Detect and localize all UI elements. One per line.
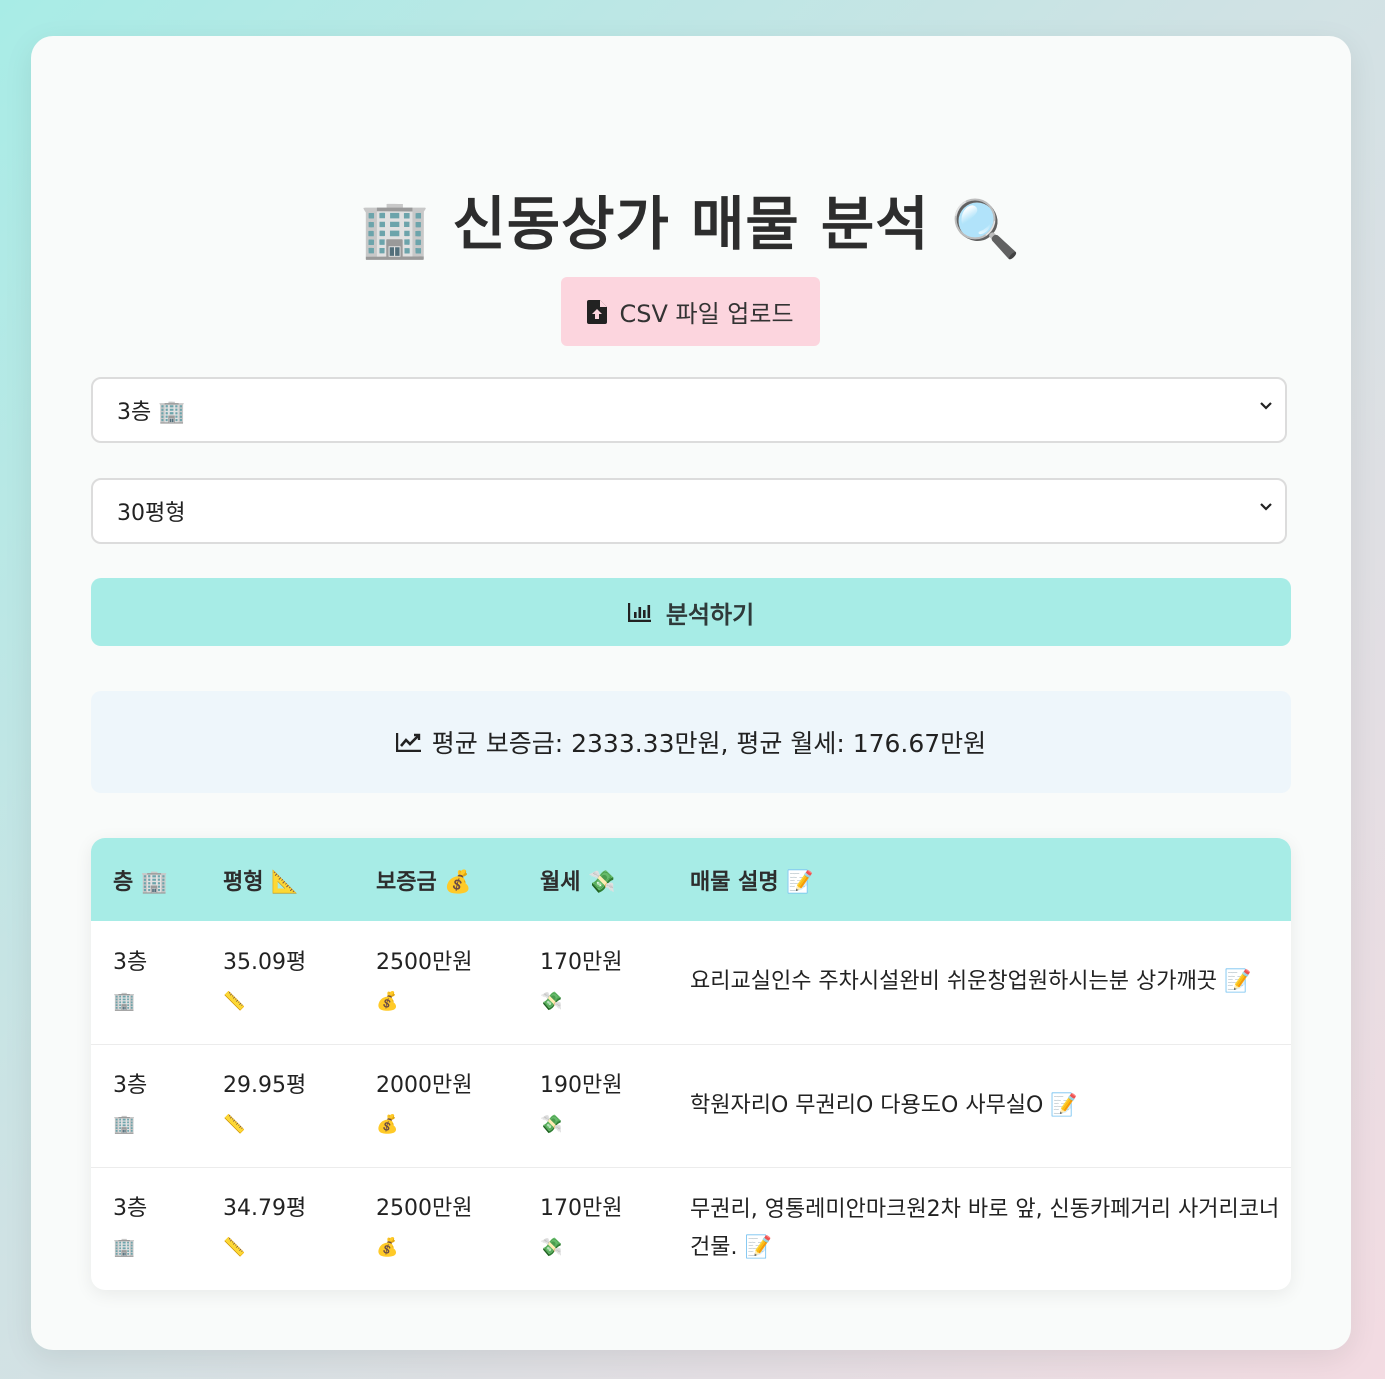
building-icon: 🏢 — [113, 1114, 136, 1135]
page-title-text: 신동상가 매물 분석 — [452, 190, 930, 258]
header-description: 매물 설명 📝 — [690, 869, 814, 895]
file-upload-icon — [587, 299, 608, 324]
csv-upload-label: CSV 파일 업로드 — [619, 300, 794, 328]
cell-size: 35.09평 📏 — [201, 921, 354, 1044]
listings-table: 층 🏢 평형 📐 보증금 💰 월세 💸 매물 설명 📝 3층 🏢 35.09평 … — [91, 838, 1291, 1290]
cell-rent: 190만원 💸 — [518, 1044, 668, 1167]
ruler-icon: 📏 — [223, 990, 246, 1012]
cell-floor: 3층 🏢 — [91, 1044, 201, 1167]
ruler-icon: 📏 — [223, 1237, 246, 1259]
chevron-down-icon — [1260, 503, 1272, 511]
header-rent: 월세 💸 — [540, 869, 616, 895]
page-title: 🏢 신동상가 매물 분석 🔍 — [31, 184, 1351, 270]
cell-deposit: 2500만원 💰 — [354, 1167, 518, 1290]
line-chart-icon — [395, 733, 421, 752]
cell-description: 학원자리O 무권리O 다용도O 사무실O 📝 — [690, 1092, 1078, 1118]
analyze-button[interactable]: 분석하기 — [91, 578, 1291, 646]
money-bag-icon: 💰 — [376, 1114, 399, 1135]
deposit-value: 2500만원 — [376, 949, 473, 975]
cell-description: 무권리, 영통레미안마크원2차 바로 앞, 신동카페거리 사거리코너 건물. 📝 — [690, 1196, 1280, 1260]
cell-rent: 170만원 💸 — [518, 921, 668, 1044]
rent-value: 190만원 — [540, 1073, 623, 1098]
main-card: 🏢 신동상가 매물 분석 🔍 CSV 파일 업로드 3층 🏢 30평형 분석하기… — [31, 36, 1351, 1350]
floor-select[interactable]: 3층 🏢 — [91, 377, 1287, 443]
cell-floor: 3층 🏢 — [91, 921, 201, 1044]
rent-value: 170만원 — [540, 1196, 623, 1222]
size-value: 35.09평 — [223, 949, 307, 975]
magnifier-icon: 🔍 — [950, 197, 1022, 262]
bar-chart-icon — [627, 603, 651, 622]
header-size: 평형 📐 — [223, 869, 299, 895]
cell-description: 요리교실인수 주차시설완비 쉬운창업원하시는분 상가깨끗 📝 — [690, 969, 1252, 995]
money-wings-icon: 💸 — [540, 990, 563, 1012]
size-select[interactable]: 30평형 — [91, 478, 1287, 544]
ruler-icon: 📏 — [223, 1114, 246, 1135]
cell-rent: 170만원 💸 — [518, 1167, 668, 1290]
size-select-value: 30평형 — [117, 501, 186, 526]
table-row: 3층 🏢 35.09평 📏 2500만원 💰 170만원 💸 요리교실인수 주차… — [91, 921, 1291, 1044]
deposit-value: 2000만원 — [376, 1073, 473, 1098]
header-deposit: 보증금 💰 — [376, 869, 472, 895]
cell-size: 29.95평 📏 — [201, 1044, 354, 1167]
cell-deposit: 2000만원 💰 — [354, 1044, 518, 1167]
csv-upload-button[interactable]: CSV 파일 업로드 — [561, 277, 820, 346]
floor-select-value: 3층 🏢 — [117, 400, 186, 425]
summary-panel: 평균 보증금: 2333.33만원, 평균 월세: 176.67만원 — [91, 691, 1291, 793]
money-wings-icon: 💸 — [540, 1114, 563, 1135]
header-floor: 층 🏢 — [113, 869, 169, 895]
size-value: 34.79평 — [223, 1196, 307, 1222]
cell-deposit: 2500만원 💰 — [354, 921, 518, 1044]
cell-size: 34.79평 📏 — [201, 1167, 354, 1290]
table-row: 3층 🏢 34.79평 📏 2500만원 💰 170만원 💸 무권리, 영통레미… — [91, 1167, 1291, 1290]
table-row: 3층 🏢 29.95평 📏 2000만원 💰 190만원 💸 학원자리O 무권리… — [91, 1044, 1291, 1167]
rent-value: 170만원 — [540, 949, 623, 975]
summary-text: 평균 보증금: 2333.33만원, 평균 월세: 176.67만원 — [431, 729, 987, 758]
money-bag-icon: 💰 — [376, 990, 399, 1012]
floor-value: 3층 — [113, 949, 148, 975]
money-bag-icon: 💰 — [376, 1237, 399, 1259]
money-wings-icon: 💸 — [540, 1237, 563, 1259]
building-icon: 🏢 — [360, 197, 432, 262]
floor-value: 3층 — [113, 1073, 148, 1098]
table-header-row: 층 🏢 평형 📐 보증금 💰 월세 💸 매물 설명 📝 — [91, 838, 1291, 921]
size-value: 29.95평 — [223, 1073, 307, 1098]
deposit-value: 2500만원 — [376, 1196, 473, 1222]
building-icon: 🏢 — [113, 1237, 136, 1259]
cell-floor: 3층 🏢 — [91, 1167, 201, 1290]
building-icon: 🏢 — [113, 990, 136, 1012]
analyze-label: 분석하기 — [665, 600, 755, 629]
floor-value: 3층 — [113, 1196, 148, 1222]
chevron-down-icon — [1260, 402, 1272, 410]
